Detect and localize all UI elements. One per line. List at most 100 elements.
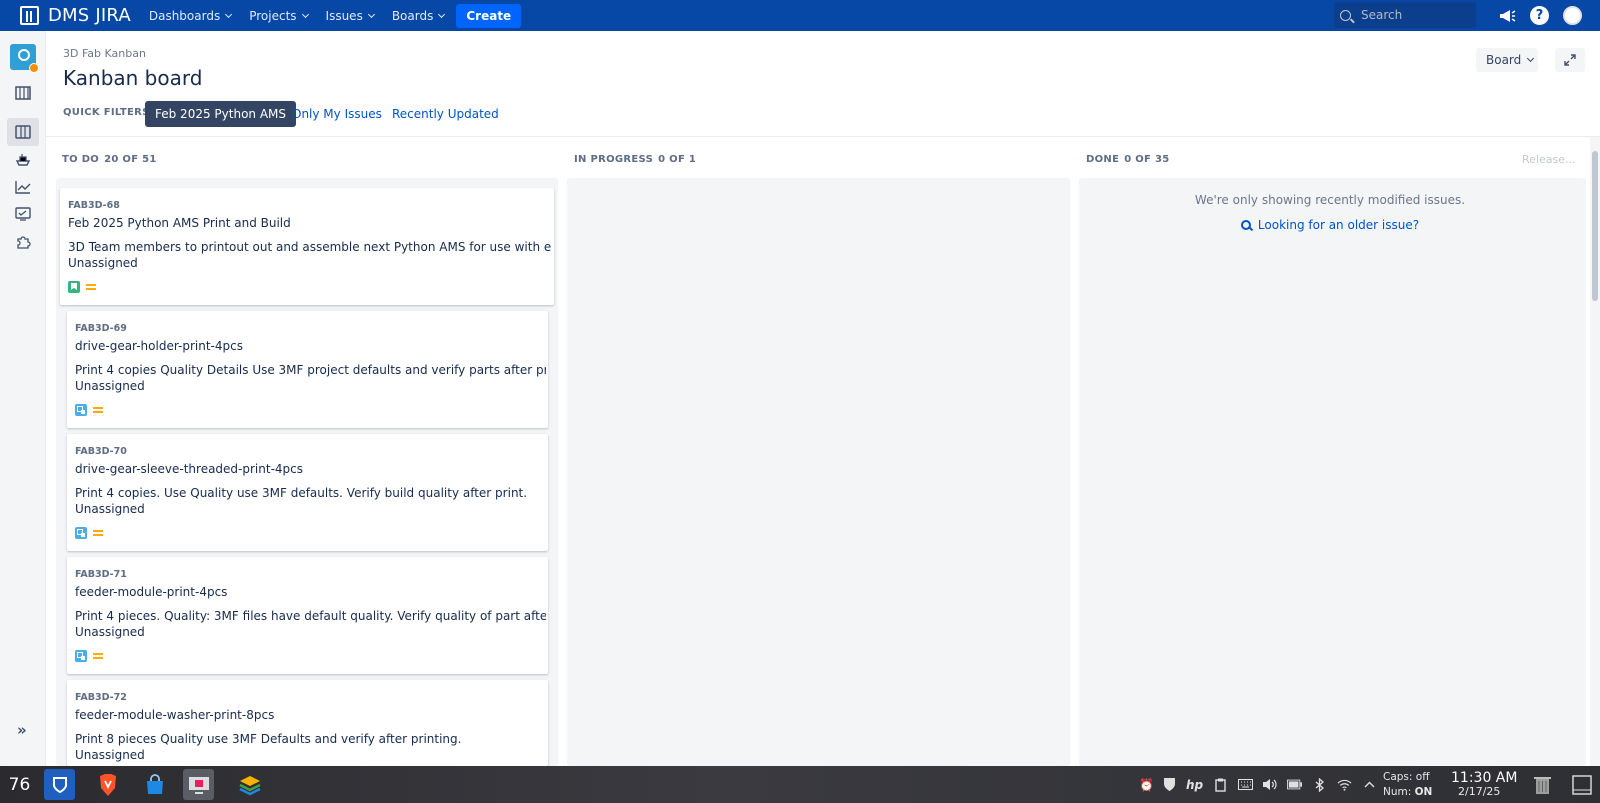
- issue-assignee: Unassigned: [68, 256, 138, 270]
- chevron-down-icon: [1527, 54, 1535, 63]
- nav-dashboards[interactable]: Dashboards: [149, 9, 233, 23]
- priority-medium-icon: [93, 530, 103, 536]
- user-avatar[interactable]: [1563, 6, 1582, 25]
- issue-summary: drive-gear-holder-print-4pcs: [75, 339, 243, 353]
- quick-filters-label: QUICK FILTERS:: [63, 107, 154, 118]
- clipboard-icon[interactable]: [1213, 777, 1228, 792]
- issue-summary: feeder-module-washer-print-8pcs: [75, 708, 275, 722]
- issue-assignee: Unassigned: [75, 625, 145, 639]
- alarm-icon[interactable]: ⏰: [1139, 777, 1154, 792]
- search-icon: [1340, 9, 1351, 21]
- quick-filter-feb-2025[interactable]: Feb 2025 Python AMS: [145, 101, 297, 127]
- column-header-in-progress: IN PROGRESS 0 OF 1: [574, 154, 697, 165]
- fullscreen-button[interactable]: [1555, 48, 1585, 72]
- caps-lock-status: Caps: off: [1383, 771, 1430, 783]
- chevron-down-icon: [225, 10, 233, 18]
- keyboard-lock-status: Caps: off Num: ON: [1383, 770, 1432, 800]
- issue-summary: Feb 2025 Python AMS Print and Build: [68, 216, 291, 230]
- search-box[interactable]: [1334, 2, 1476, 28]
- badge-icon: [29, 63, 39, 73]
- layers-app-icon[interactable]: [234, 769, 265, 800]
- issue-key[interactable]: FAB3D-71: [75, 569, 127, 580]
- issue-key[interactable]: FAB3D-68: [68, 200, 120, 211]
- issue-summary: drive-gear-sleeve-threaded-print-4pcs: [75, 462, 304, 476]
- column-in-progress: [567, 178, 1070, 766]
- nav-boards[interactable]: Boards: [392, 9, 446, 23]
- shield-icon[interactable]: [1162, 777, 1177, 792]
- hp-icon[interactable]: hp: [1186, 777, 1203, 792]
- issue-card[interactable]: FAB3D-69 drive-gear-holder-print-4pcs Pr…: [67, 311, 548, 428]
- page-scrollbar[interactable]: [1590, 137, 1600, 766]
- subtask-icon: [75, 527, 87, 539]
- priority-medium-icon: [93, 407, 103, 413]
- issue-description: Print 4 copies Quality Details Use 3MF p…: [75, 363, 546, 377]
- issue-description: Print 4 pieces. Quality: 3MF files have …: [75, 609, 546, 623]
- issue-assignee: Unassigned: [75, 748, 145, 762]
- subtask-icon: [75, 404, 87, 416]
- show-desktop-icon[interactable]: [1572, 775, 1592, 795]
- older-issue-link[interactable]: Looking for an older issue?: [1080, 218, 1580, 232]
- expand-icon: [1564, 54, 1576, 66]
- issue-assignee: Unassigned: [75, 502, 145, 516]
- expand-sidebar-icon[interactable]: »: [17, 721, 27, 739]
- jira-logo-icon: [20, 6, 39, 25]
- search-icon: [1240, 220, 1251, 230]
- releases-icon[interactable]: [15, 152, 31, 166]
- clock-date[interactable]: 2/17/25: [1458, 785, 1500, 798]
- issue-assignee: Unassigned: [75, 379, 145, 393]
- keyboard-icon[interactable]: [1238, 777, 1253, 792]
- nav-projects[interactable]: Projects: [249, 9, 309, 23]
- quick-filter-recently-updated[interactable]: Recently Updated: [382, 101, 509, 127]
- breadcrumb[interactable]: 3D Fab Kanban: [63, 47, 146, 60]
- issue-key[interactable]: FAB3D-72: [75, 692, 127, 703]
- bitwarden-icon[interactable]: [44, 769, 75, 800]
- wifi-icon[interactable]: [1337, 777, 1352, 792]
- app-launcher[interactable]: 76: [4, 769, 35, 800]
- backlog-icon[interactable]: [15, 86, 31, 100]
- issue-description: Print 4 copies. Use Quality use 3MF defa…: [75, 486, 528, 500]
- column-header-todo: TO DO 20 OF 51: [62, 154, 157, 165]
- chevron-down-icon: [438, 10, 446, 18]
- issue-description: 3D Team members to printout out and asse…: [68, 240, 552, 254]
- remote-desktop-icon[interactable]: [183, 769, 214, 800]
- num-lock-status: Num: ON: [1383, 786, 1433, 798]
- column-header-done: DONE 0 OF 35: [1086, 154, 1170, 165]
- issues-icon[interactable]: [15, 207, 31, 221]
- tray-expand-icon[interactable]: [1362, 777, 1377, 792]
- addons-icon[interactable]: [15, 235, 31, 249]
- issue-card[interactable]: FAB3D-68 Feb 2025 Python AMS Print and B…: [60, 188, 554, 305]
- brave-browser-icon[interactable]: [92, 769, 123, 800]
- megaphone-icon[interactable]: [1497, 6, 1516, 25]
- board-icon[interactable]: [15, 125, 31, 139]
- issue-card[interactable]: FAB3D-71 feeder-module-print-4pcs Print …: [67, 557, 548, 674]
- issue-key[interactable]: FAB3D-69: [75, 323, 127, 334]
- issue-card[interactable]: FAB3D-70 drive-gear-sleeve-threaded-prin…: [67, 434, 548, 551]
- nav-issues[interactable]: Issues: [326, 9, 375, 23]
- scrollbar-thumb[interactable]: [1592, 151, 1598, 301]
- create-button[interactable]: Create: [456, 3, 522, 28]
- clock-time[interactable]: 11:30 AM: [1451, 770, 1517, 786]
- reports-icon[interactable]: [15, 180, 31, 194]
- store-icon[interactable]: [139, 769, 170, 800]
- issue-key[interactable]: FAB3D-70: [75, 446, 127, 457]
- chevron-down-icon: [367, 10, 375, 18]
- page-title: Kanban board: [63, 66, 203, 90]
- done-column-message: We're only showing recently modified iss…: [1194, 193, 1466, 207]
- issue-summary: feeder-module-print-4pcs: [75, 585, 228, 599]
- help-icon[interactable]: ?: [1530, 6, 1549, 25]
- battery-icon[interactable]: [1287, 777, 1302, 792]
- priority-medium-icon: [93, 653, 103, 659]
- os-taskbar: 76 ⏰ hp: [0, 766, 1600, 803]
- project-avatar[interactable]: [10, 44, 39, 73]
- project-sidebar: »: [0, 31, 46, 766]
- issue-card[interactable]: FAB3D-72 feeder-module-washer-print-8pcs…: [67, 680, 548, 766]
- bluetooth-icon[interactable]: [1312, 777, 1327, 792]
- priority-medium-icon: [86, 284, 96, 290]
- volume-icon[interactable]: [1262, 777, 1277, 792]
- jira-logo[interactable]: DMS JIRA: [20, 5, 131, 26]
- trash-icon[interactable]: [1533, 775, 1552, 795]
- board-menu-button[interactable]: Board: [1476, 48, 1538, 72]
- search-input[interactable]: [1361, 8, 1461, 22]
- quick-filter-only-my-issues[interactable]: Only My Issues: [282, 101, 392, 127]
- release-link[interactable]: Release...: [1522, 153, 1575, 166]
